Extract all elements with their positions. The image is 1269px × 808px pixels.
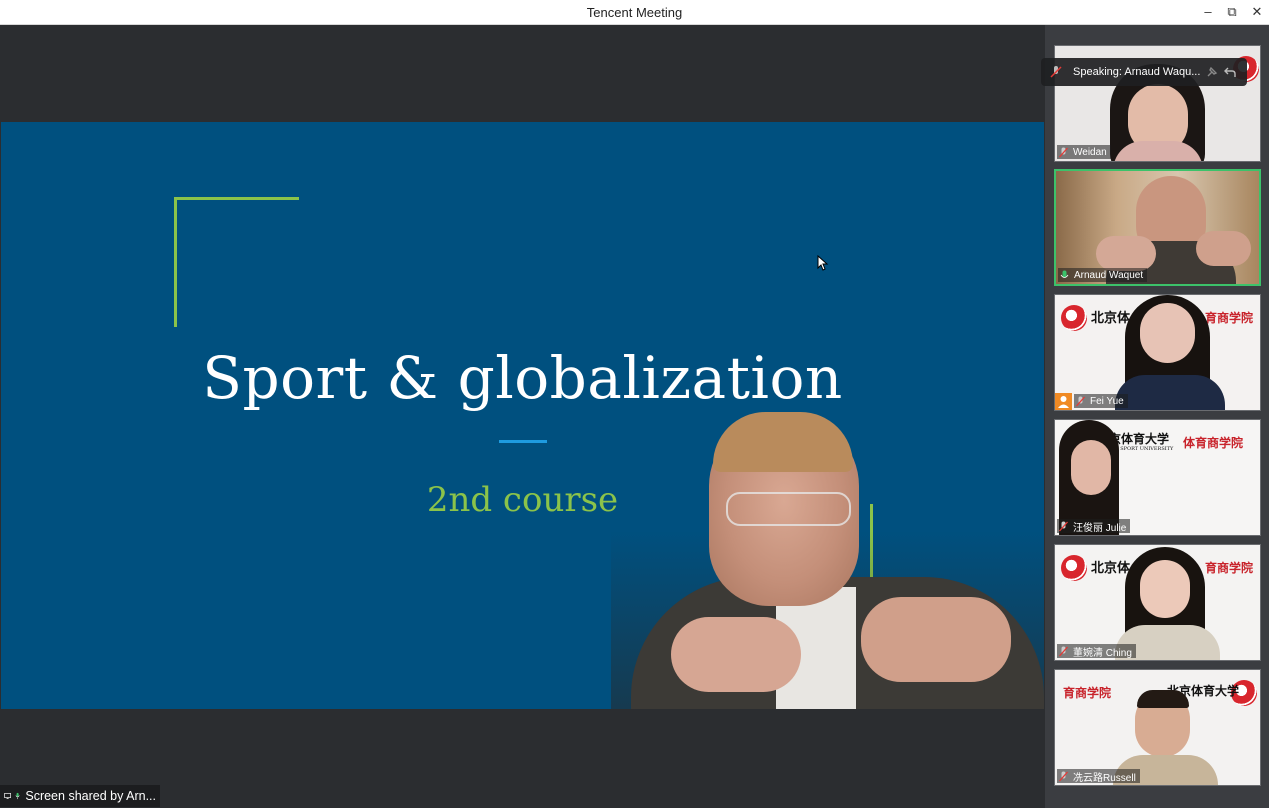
microphone-muted-icon (1076, 396, 1085, 406)
slide-corner-decoration-vertical (174, 197, 177, 327)
mouse-cursor-icon (817, 255, 829, 271)
window-title: Tencent Meeting (586, 5, 683, 20)
restore-button[interactable]: ⧉ (1222, 4, 1242, 20)
participant-name: Weidan (1073, 146, 1107, 158)
participant-tile[interactable]: 育商学院 北京体育大学 冼云路Russell (1054, 669, 1261, 786)
speaking-label: Speaking: Arnaud Waqu... (1073, 66, 1201, 78)
logo-text: 北京体 (1091, 311, 1131, 326)
pin-icon[interactable] (1205, 65, 1219, 79)
participant-label: 董婉清 Ching (1057, 644, 1136, 659)
close-button[interactable]: ✕ (1247, 4, 1267, 20)
participant-name: 董婉清 Ching (1073, 647, 1132, 659)
slide-title-underline (499, 440, 547, 443)
participant-tile[interactable]: 北京体 育商学院 Fei Yue (1054, 294, 1261, 411)
slide-corner-decoration (174, 197, 299, 200)
speaking-indicator: Speaking: Arnaud Waqu... (1041, 58, 1247, 86)
participant-label: Weidan (1057, 145, 1111, 159)
participant-label: Arnaud Waquet (1058, 268, 1148, 282)
microphone-muted-icon (1059, 771, 1068, 781)
microphone-active-icon (1060, 270, 1069, 278)
title-bar: Tencent Meeting – ⧉ ✕ (0, 0, 1269, 25)
participant-name: Fei Yue (1090, 395, 1124, 407)
microphone-muted-icon (1050, 66, 1062, 78)
participant-tile[interactable]: 北京体育大学 BEIJING SPORT UNIVERSITY 体育商学院 汪俊… (1054, 419, 1261, 536)
participant-name: Arnaud Waquet (1074, 269, 1144, 281)
presenter-video-overlay (611, 412, 1044, 709)
microphone-muted-icon (1059, 646, 1068, 656)
participant-tile-active-speaker[interactable]: Arnaud Waquet (1054, 169, 1261, 286)
microphone-active-icon (15, 792, 20, 800)
logo-text: 体育商学院 (1183, 436, 1244, 450)
avatar-icon (1055, 393, 1072, 410)
presentation-slide: Sport & globalization 2nd course (1, 122, 1044, 709)
logo-text: 育商学院 (1205, 311, 1254, 325)
participant-label: 冼云路Russell (1057, 769, 1140, 784)
participant-name: 汪俊丽 Julie (1073, 522, 1127, 534)
participant-label: Fei Yue (1074, 394, 1128, 408)
logo-text: 育商学院 (1205, 561, 1254, 575)
participant-label: 汪俊丽 Julie (1057, 519, 1131, 534)
microphone-muted-icon (1059, 521, 1068, 531)
logo-text-mirrored: 育商学院 (1063, 686, 1112, 700)
microphone-muted-icon (1059, 147, 1068, 157)
participant-tile[interactable]: 北京体 育商学院 董婉清 Ching (1054, 544, 1261, 661)
screen-share-icon (4, 793, 12, 799)
logo-text: 北京体 (1091, 561, 1131, 576)
screen-share-label: Screen shared by Arn... (25, 789, 156, 803)
slide-title: Sport & globalization (202, 344, 843, 412)
shared-screen-stage[interactable]: Sport & globalization 2nd course (0, 25, 1045, 808)
return-icon[interactable] (1223, 65, 1237, 79)
participant-name: 冼云路Russell (1073, 772, 1136, 784)
screen-share-indicator[interactable]: Screen shared by Arn... (0, 785, 160, 807)
minimize-button[interactable]: – (1198, 4, 1218, 20)
